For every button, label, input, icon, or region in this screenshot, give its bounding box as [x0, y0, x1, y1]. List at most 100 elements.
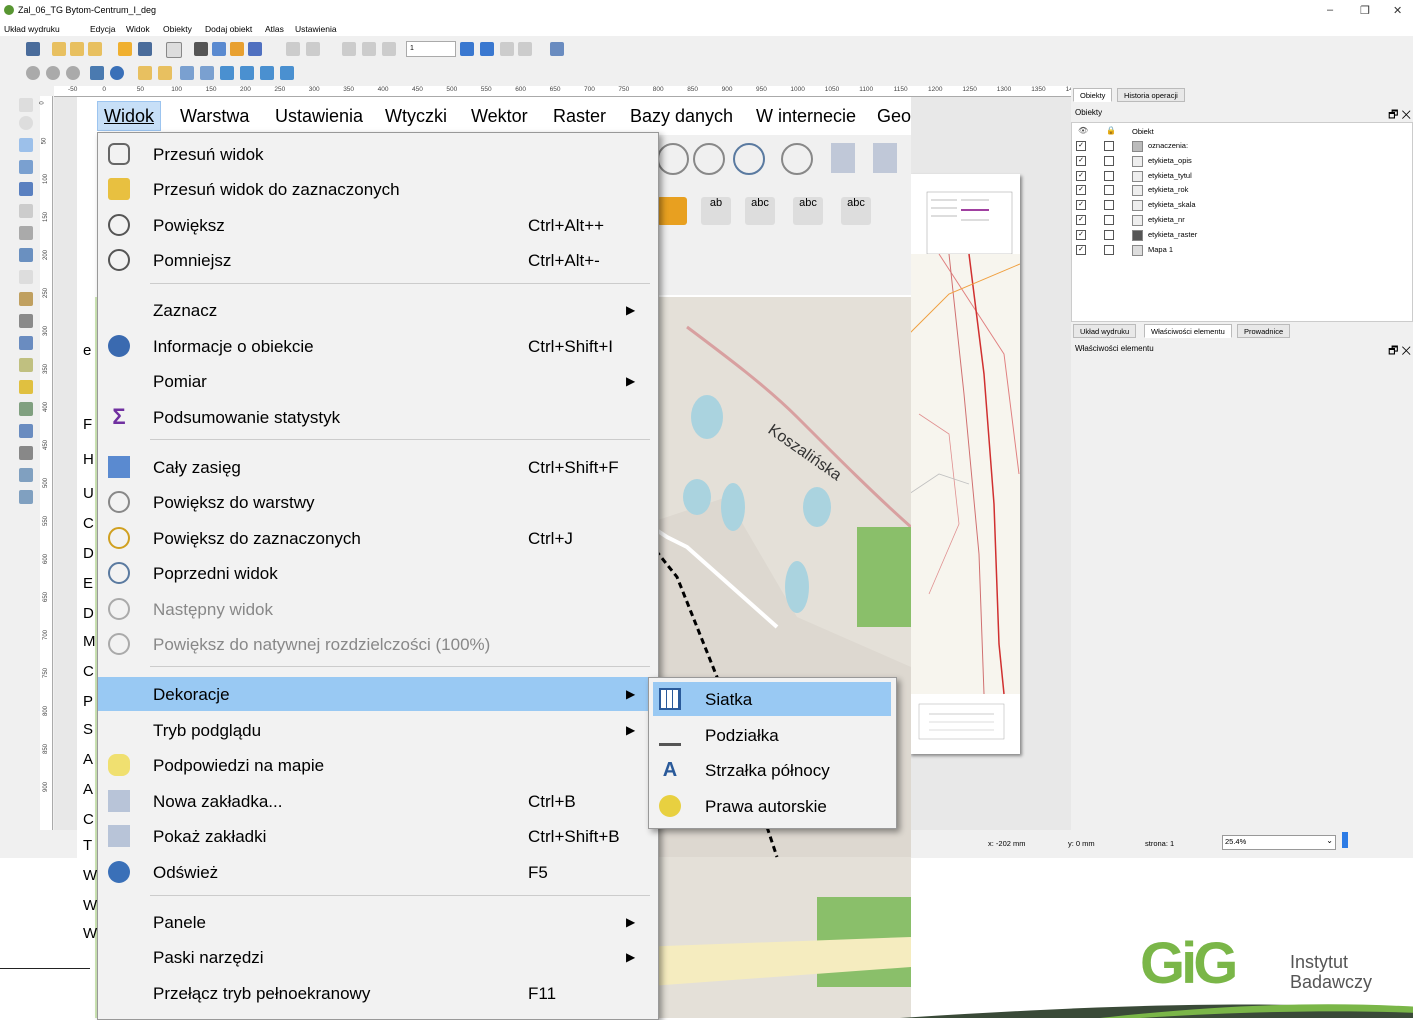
zoom-tool-icon[interactable] — [19, 116, 33, 130]
restore-icon[interactable]: ❐ — [1360, 4, 1370, 17]
label-move-icon[interactable]: abc — [793, 197, 823, 225]
menu-item[interactable]: Powiększ do warstwy — [98, 485, 658, 519]
save-template-icon[interactable] — [138, 42, 152, 56]
menu-item[interactable]: Przesuń widok do zaznaczonych — [98, 172, 658, 206]
add-html-icon[interactable] — [19, 446, 33, 460]
add-polygon-icon[interactable] — [19, 402, 33, 416]
menu-settings[interactable]: Ustawienia — [275, 106, 363, 127]
print-icon[interactable] — [194, 42, 208, 56]
export-image-icon[interactable] — [212, 42, 226, 56]
label-pin-icon[interactable]: ab — [701, 197, 731, 225]
object-item-row[interactable]: ✓ etykieta_opis — [1072, 154, 1412, 168]
atlas-settings-icon[interactable] — [550, 42, 564, 56]
lock-checkbox[interactable] — [1104, 185, 1114, 196]
submenu-item[interactable]: Prawa autorskie — [653, 789, 891, 823]
visibility-checkbox[interactable]: ✓ — [1076, 141, 1086, 151]
export-svg-icon[interactable] — [230, 42, 244, 56]
tab-item-properties[interactable]: Właściwości elementu — [1144, 324, 1232, 338]
zoom-last-icon[interactable] — [733, 143, 765, 175]
add-legend-icon[interactable] — [19, 292, 33, 306]
submenu-item[interactable]: Siatka — [653, 682, 891, 716]
menu-item[interactable]: Tryb podglądu ▶ — [98, 713, 658, 747]
new-bookmark-icon[interactable] — [831, 143, 855, 173]
zoom-full-icon[interactable] — [90, 66, 104, 80]
align-items-icon[interactable] — [240, 66, 254, 80]
menu-item[interactable]: Poprzedni widok — [98, 556, 658, 590]
prev-feature-icon[interactable] — [382, 42, 396, 56]
submenu-item[interactable]: Podziałka — [653, 718, 891, 752]
export-atlas-icon[interactable] — [518, 42, 532, 56]
menu-item[interactable]: Paski narzędzi ▶ — [98, 940, 658, 974]
raise-items-icon[interactable] — [220, 66, 234, 80]
add-north-arrow-icon[interactable] — [19, 336, 33, 350]
tab-layout[interactable]: Układ wydruku — [1073, 324, 1137, 338]
group-icon[interactable] — [138, 66, 152, 80]
menu-item[interactable]: Panele ▶ — [98, 905, 658, 939]
zoom-next-icon[interactable] — [781, 143, 813, 175]
menu-layer[interactable]: Warstwa — [180, 106, 249, 127]
menu-view[interactable]: Widok — [97, 101, 162, 131]
menu-database[interactable]: Bazy danych — [630, 106, 733, 127]
object-item-row[interactable]: ✓ Mapa 1 — [1072, 243, 1412, 257]
zoom-slider[interactable] — [1342, 832, 1348, 848]
object-item-row[interactable]: ✓ etykieta_raster — [1072, 228, 1412, 242]
unlock-items-icon[interactable] — [200, 66, 214, 80]
page-icon[interactable] — [166, 42, 182, 58]
menu-item[interactable]: Pomniejsz Ctrl+Alt+- — [98, 243, 658, 277]
show-bookmarks-icon[interactable] — [873, 143, 897, 173]
edit-nodes-icon[interactable] — [19, 182, 33, 196]
last-feature-icon[interactable] — [480, 42, 494, 56]
ungroup-icon[interactable] — [158, 66, 172, 80]
visibility-checkbox[interactable]: ✓ — [1076, 229, 1086, 240]
menu-item[interactable]: Pokaż zakładki Ctrl+Shift+B — [98, 819, 658, 853]
visibility-checkbox[interactable]: ✓ — [1076, 185, 1086, 196]
menu-item[interactable]: Pomiar ▶ — [98, 364, 658, 398]
atlas-icon[interactable] — [342, 42, 356, 56]
layout-menu-item[interactable]: Edycja — [90, 24, 116, 34]
object-item-row[interactable]: ✓ etykieta_rok — [1072, 183, 1412, 197]
add-attribute-table-icon[interactable] — [19, 468, 33, 482]
menu-item[interactable]: Zaznacz ▶ — [98, 293, 658, 327]
move-content-icon[interactable] — [19, 160, 33, 174]
menu-geo[interactable]: Geo — [877, 106, 911, 127]
layout-menu-item[interactable]: Widok — [126, 24, 150, 34]
add-marker-icon[interactable] — [19, 380, 33, 394]
layout-menu-item[interactable]: Atlas — [265, 24, 284, 34]
pan-hand-icon[interactable] — [19, 98, 33, 112]
menu-web[interactable]: W internecie — [756, 106, 856, 127]
menu-item[interactable]: Przesuń widok — [98, 137, 658, 171]
add-fixed-table-icon[interactable] — [19, 490, 33, 504]
lock-checkbox[interactable] — [1104, 155, 1114, 166]
visibility-checkbox[interactable]: ✓ — [1076, 170, 1086, 181]
distribute-items-icon[interactable] — [260, 66, 274, 80]
submenu-item[interactable]: A Strzałka północy — [653, 753, 891, 787]
menu-item[interactable]: Podpowiedzi na mapie — [98, 748, 658, 782]
visibility-checkbox[interactable]: ✓ — [1076, 215, 1086, 225]
menu-item[interactable]: Następny widok — [98, 592, 658, 626]
lock-checkbox[interactable] — [1104, 229, 1114, 240]
add-label-icon[interactable] — [19, 270, 33, 284]
undock-close-icon[interactable]: 🗗 ✕ — [1388, 342, 1411, 361]
save-icon[interactable] — [26, 42, 40, 56]
add-polyline-icon[interactable] — [19, 424, 33, 438]
object-item-row[interactable]: ✓ oznaczenia: — [1072, 139, 1412, 153]
lock-checkbox[interactable] — [1104, 141, 1114, 151]
zoom-out-icon[interactable] — [46, 66, 60, 80]
menu-item[interactable]: Dekoracje ▶ — [98, 677, 658, 711]
next-feature-icon[interactable] — [460, 42, 474, 56]
menu-plugins[interactable]: Wtyczki — [385, 106, 447, 127]
print-atlas-icon[interactable] — [500, 42, 514, 56]
tab-history[interactable]: Historia operacji — [1117, 88, 1185, 102]
menu-vector[interactable]: Wektor — [471, 106, 528, 127]
label-tool-icon[interactable] — [657, 197, 687, 225]
layout-page[interactable] — [909, 174, 1020, 754]
add-scalebar-icon[interactable] — [19, 314, 33, 328]
layout-menu-item[interactable]: Układ wydruku — [4, 24, 60, 34]
menu-item[interactable]: Przełącz tryb pełnoekranowy F11 — [98, 976, 658, 1010]
menu-item[interactable]: Cały zasięg Ctrl+Shift+F — [98, 450, 658, 484]
atlas-page-spin[interactable]: 1 — [406, 41, 456, 57]
lock-checkbox[interactable] — [1104, 215, 1114, 225]
add-3d-map-icon[interactable] — [19, 226, 33, 240]
lock-checkbox[interactable] — [1104, 170, 1114, 181]
visibility-checkbox[interactable]: ✓ — [1076, 200, 1086, 211]
